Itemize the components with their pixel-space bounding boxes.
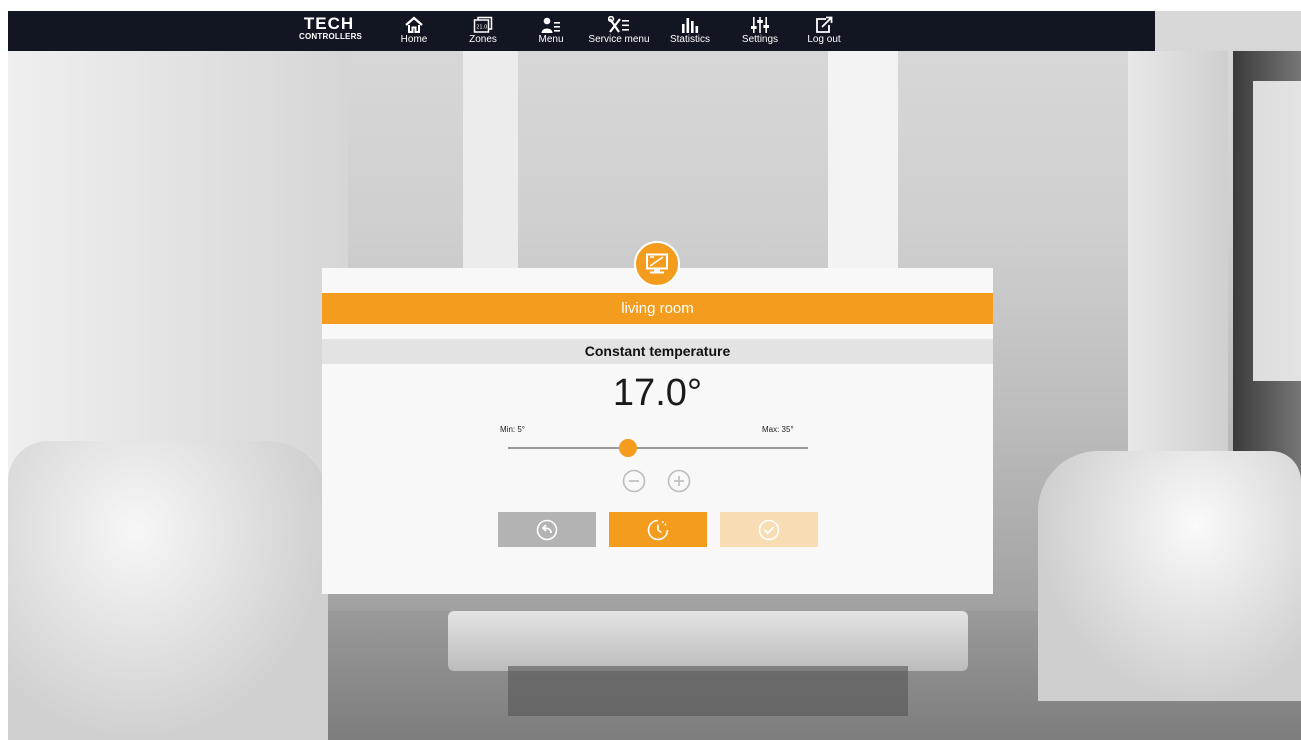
bg-sofa (1038, 451, 1301, 701)
slider-track (508, 447, 808, 449)
settings-icon (736, 15, 784, 34)
temperature-slider[interactable] (508, 437, 808, 459)
timer-button[interactable] (609, 512, 707, 547)
slider-thumb[interactable] (619, 439, 637, 457)
monitor-icon (634, 241, 680, 287)
statistics-icon (662, 15, 718, 34)
nav-logout-label: Log out (807, 34, 841, 45)
bg-table-base (508, 666, 908, 716)
nav-statistics[interactable]: Statistics (662, 15, 718, 46)
service-menu-icon (585, 15, 653, 34)
temperature-display: 17.0° (612, 372, 703, 414)
bg-sofa (8, 441, 328, 740)
slider-min-label: Min: 5° (500, 425, 525, 434)
brand-logo[interactable]: TECH CONTROLLERS (299, 14, 363, 42)
nav-service-menu-label: Service menu (588, 34, 650, 45)
confirm-button[interactable] (720, 512, 818, 547)
nav-logout[interactable]: Log out (801, 15, 847, 46)
confirm-icon (758, 519, 780, 540)
slider-max-label: Max: 35° (762, 425, 794, 434)
nav-menu[interactable]: Menu (528, 15, 574, 46)
home-icon (391, 15, 437, 34)
bg-window (1253, 81, 1301, 381)
brand-logo-text: TECH (303, 14, 355, 33)
nav-zones-label: Zones (469, 34, 497, 45)
mode-label: Constant temperature (322, 339, 993, 364)
decrease-button[interactable] (622, 469, 646, 493)
zone-name-bar: living room (322, 293, 993, 324)
back-icon (536, 519, 558, 540)
zones-icon: 21.0 (459, 15, 507, 34)
nav-statistics-label: Statistics (669, 34, 710, 45)
brand-subtitle: CONTROLLERS (299, 32, 363, 41)
minus-circle-icon (622, 469, 646, 493)
nav-service-menu[interactable]: Service menu (585, 15, 653, 46)
bg-pillar (828, 51, 898, 291)
plus-circle-icon (667, 469, 691, 493)
bg-table (448, 611, 968, 671)
logout-icon (801, 15, 847, 34)
bg-pillar (463, 51, 518, 281)
nav-settings[interactable]: Settings (736, 15, 784, 46)
increase-button[interactable] (667, 469, 691, 493)
menu-icon (528, 15, 574, 34)
nav-zones[interactable]: 21.0 Zones (459, 15, 507, 46)
nav-menu-label: Menu (538, 34, 564, 45)
top-navigation: TECH CONTROLLERS Home 21.0 Zones Menu Se… (8, 11, 1155, 51)
nav-settings-label: Settings (741, 34, 779, 45)
back-button[interactable] (498, 512, 596, 547)
nav-home[interactable]: Home (391, 15, 437, 46)
zones-icon-text: 21.0 (476, 24, 487, 30)
nav-home-label: Home (400, 34, 428, 45)
timer-icon (647, 519, 669, 540)
